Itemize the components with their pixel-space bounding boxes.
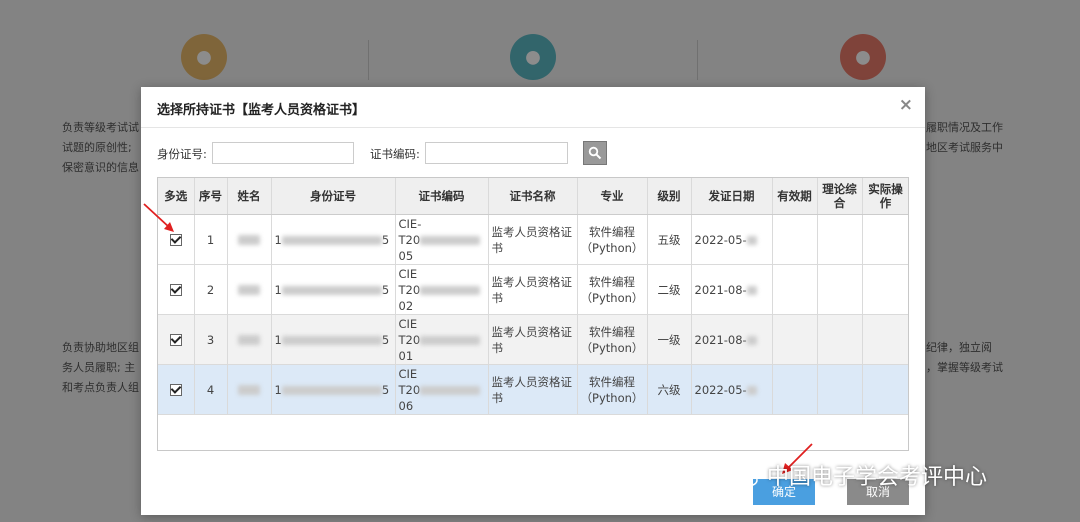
row-checkbox[interactable] [169,334,182,346]
id-redacted [281,285,382,295]
cert-name-cell: 监考人员资格证书 [488,214,578,265]
col-header-cert-name: 证书名称 [488,178,578,215]
id-redacted [281,385,382,395]
cert-code-label: 证书编码: [370,147,420,161]
level-cell: 六级 [647,364,692,415]
id-prefix: 1 [274,332,282,347]
date-redacted [746,285,757,295]
cert-code-cell: CIE T20 02 [395,264,489,315]
validity-cell [772,314,818,365]
practice-cell [862,264,908,315]
cert-redacted [420,285,481,295]
theory-cell [817,264,863,315]
col-header-seq: 序号 [194,178,228,215]
search-button[interactable] [583,141,607,165]
row-checkbox[interactable] [169,234,182,246]
col-header-validity: 有效期 [772,178,818,215]
validity-cell [772,214,818,265]
col-header-cert-code: 证书编码 [395,178,489,215]
cert-name-cell: 监考人员资格证书 [488,314,578,365]
col-header-name: 姓名 [227,178,272,215]
watermark-text: 中国电子学会考评中心 [767,465,988,490]
cert-redacted [420,385,481,395]
close-icon[interactable]: × [899,95,913,115]
col-header-theory: 理论综合 [817,178,863,215]
issue-date-cell: 2022-05- [694,232,747,247]
cert-name-cell: 监考人员资格证书 [488,264,578,315]
row-seq: 2 [194,264,228,315]
cert-code-cell: CIE T20 01 [395,314,489,365]
id-redacted [281,335,382,345]
major-cell: 软件编程（Python） [577,264,648,315]
cert-code-input[interactable] [425,142,568,164]
id-number-input[interactable] [212,142,354,164]
issue-date-cell: 2021-08- [694,332,747,347]
table-row[interactable]: 2 1 5 CIE T20 02 监考人员资格证书 软件编程（Python） 二级 2… [158,264,908,315]
row-seq: 1 [194,214,228,265]
wechat-icon [733,469,758,487]
row-seq: 3 [194,314,228,365]
table-row[interactable]: 4 1 5 CIE T20 06 监考人员资格证书 软件编程（Python） 六级 2… [158,364,908,415]
certificate-table: 多选 序号 姓名 身份证号 证书编码 证书名称 专业 级别 发证日期 有效期 理… [157,177,909,451]
search-icon [588,146,602,160]
name-redacted [238,285,260,295]
date-redacted [746,385,757,395]
id-suffix: 5 [381,232,390,247]
row-checkbox[interactable] [169,284,182,296]
practice-cell [862,314,908,365]
col-header-multiselect: 多选 [158,178,195,215]
practice-cell [862,214,908,265]
table-row[interactable]: 1 15 CIE- T20 05 监考人员资格证书 软件编程（Python） 五级 … [158,214,908,265]
id-suffix: 5 [381,332,390,347]
watermark: 中国电子学会考评中心 [733,459,987,491]
issue-date-cell: 2022-05- [694,382,747,397]
major-cell: 软件编程（Python） [577,314,648,365]
col-header-practice: 实际操作 [862,178,908,215]
cert-code-cell: CIE T20 06 [395,364,489,415]
level-cell: 五级 [647,214,692,265]
col-header-issue-date: 发证日期 [691,178,773,215]
cert-redacted [420,335,481,345]
id-suffix: 5 [381,382,390,397]
col-header-major: 专业 [577,178,648,215]
level-cell: 二级 [647,264,692,315]
validity-cell [772,364,818,415]
date-redacted [746,335,757,345]
cert-name-cell: 监考人员资格证书 [488,364,578,415]
theory-cell [817,314,863,365]
certificate-select-dialog: 选择所持证书【监考人员资格证书】 × 身份证号: 证书编码: 多选 序号 姓名 … [141,87,925,515]
row-checkbox[interactable] [169,384,182,396]
id-suffix: 5 [381,282,390,297]
col-header-id-number: 身份证号 [271,178,396,215]
level-cell: 一级 [647,314,692,365]
id-prefix: 1 [274,282,282,297]
title-divider [141,127,925,128]
theory-cell [817,364,863,415]
table-header: 多选 序号 姓名 身份证号 证书编码 证书名称 专业 级别 发证日期 有效期 理… [158,178,908,215]
cert-redacted [420,235,481,245]
validity-cell [772,264,818,315]
name-redacted [238,385,260,395]
date-redacted [746,235,757,245]
id-prefix: 1 [274,382,282,397]
practice-cell [862,364,908,415]
dialog-title: 选择所持证书【监考人员资格证书】 [157,103,366,118]
cert-code-cell: CIE- T20 05 [395,214,489,265]
table-row[interactable]: 3 1 5 CIE T20 01 监考人员资格证书 软件编程（Python） 一级 2… [158,314,908,365]
col-header-level: 级别 [647,178,692,215]
theory-cell [817,214,863,265]
row-seq: 4 [194,364,228,415]
name-redacted [238,335,260,345]
issue-date-cell: 2021-08- [694,282,747,297]
id-number-label: 身份证号: [157,147,207,161]
id-redacted [281,235,382,245]
major-cell: 软件编程（Python） [577,214,648,265]
id-prefix: 1 [274,232,282,247]
name-redacted [238,235,260,245]
major-cell: 软件编程（Python） [577,364,648,415]
